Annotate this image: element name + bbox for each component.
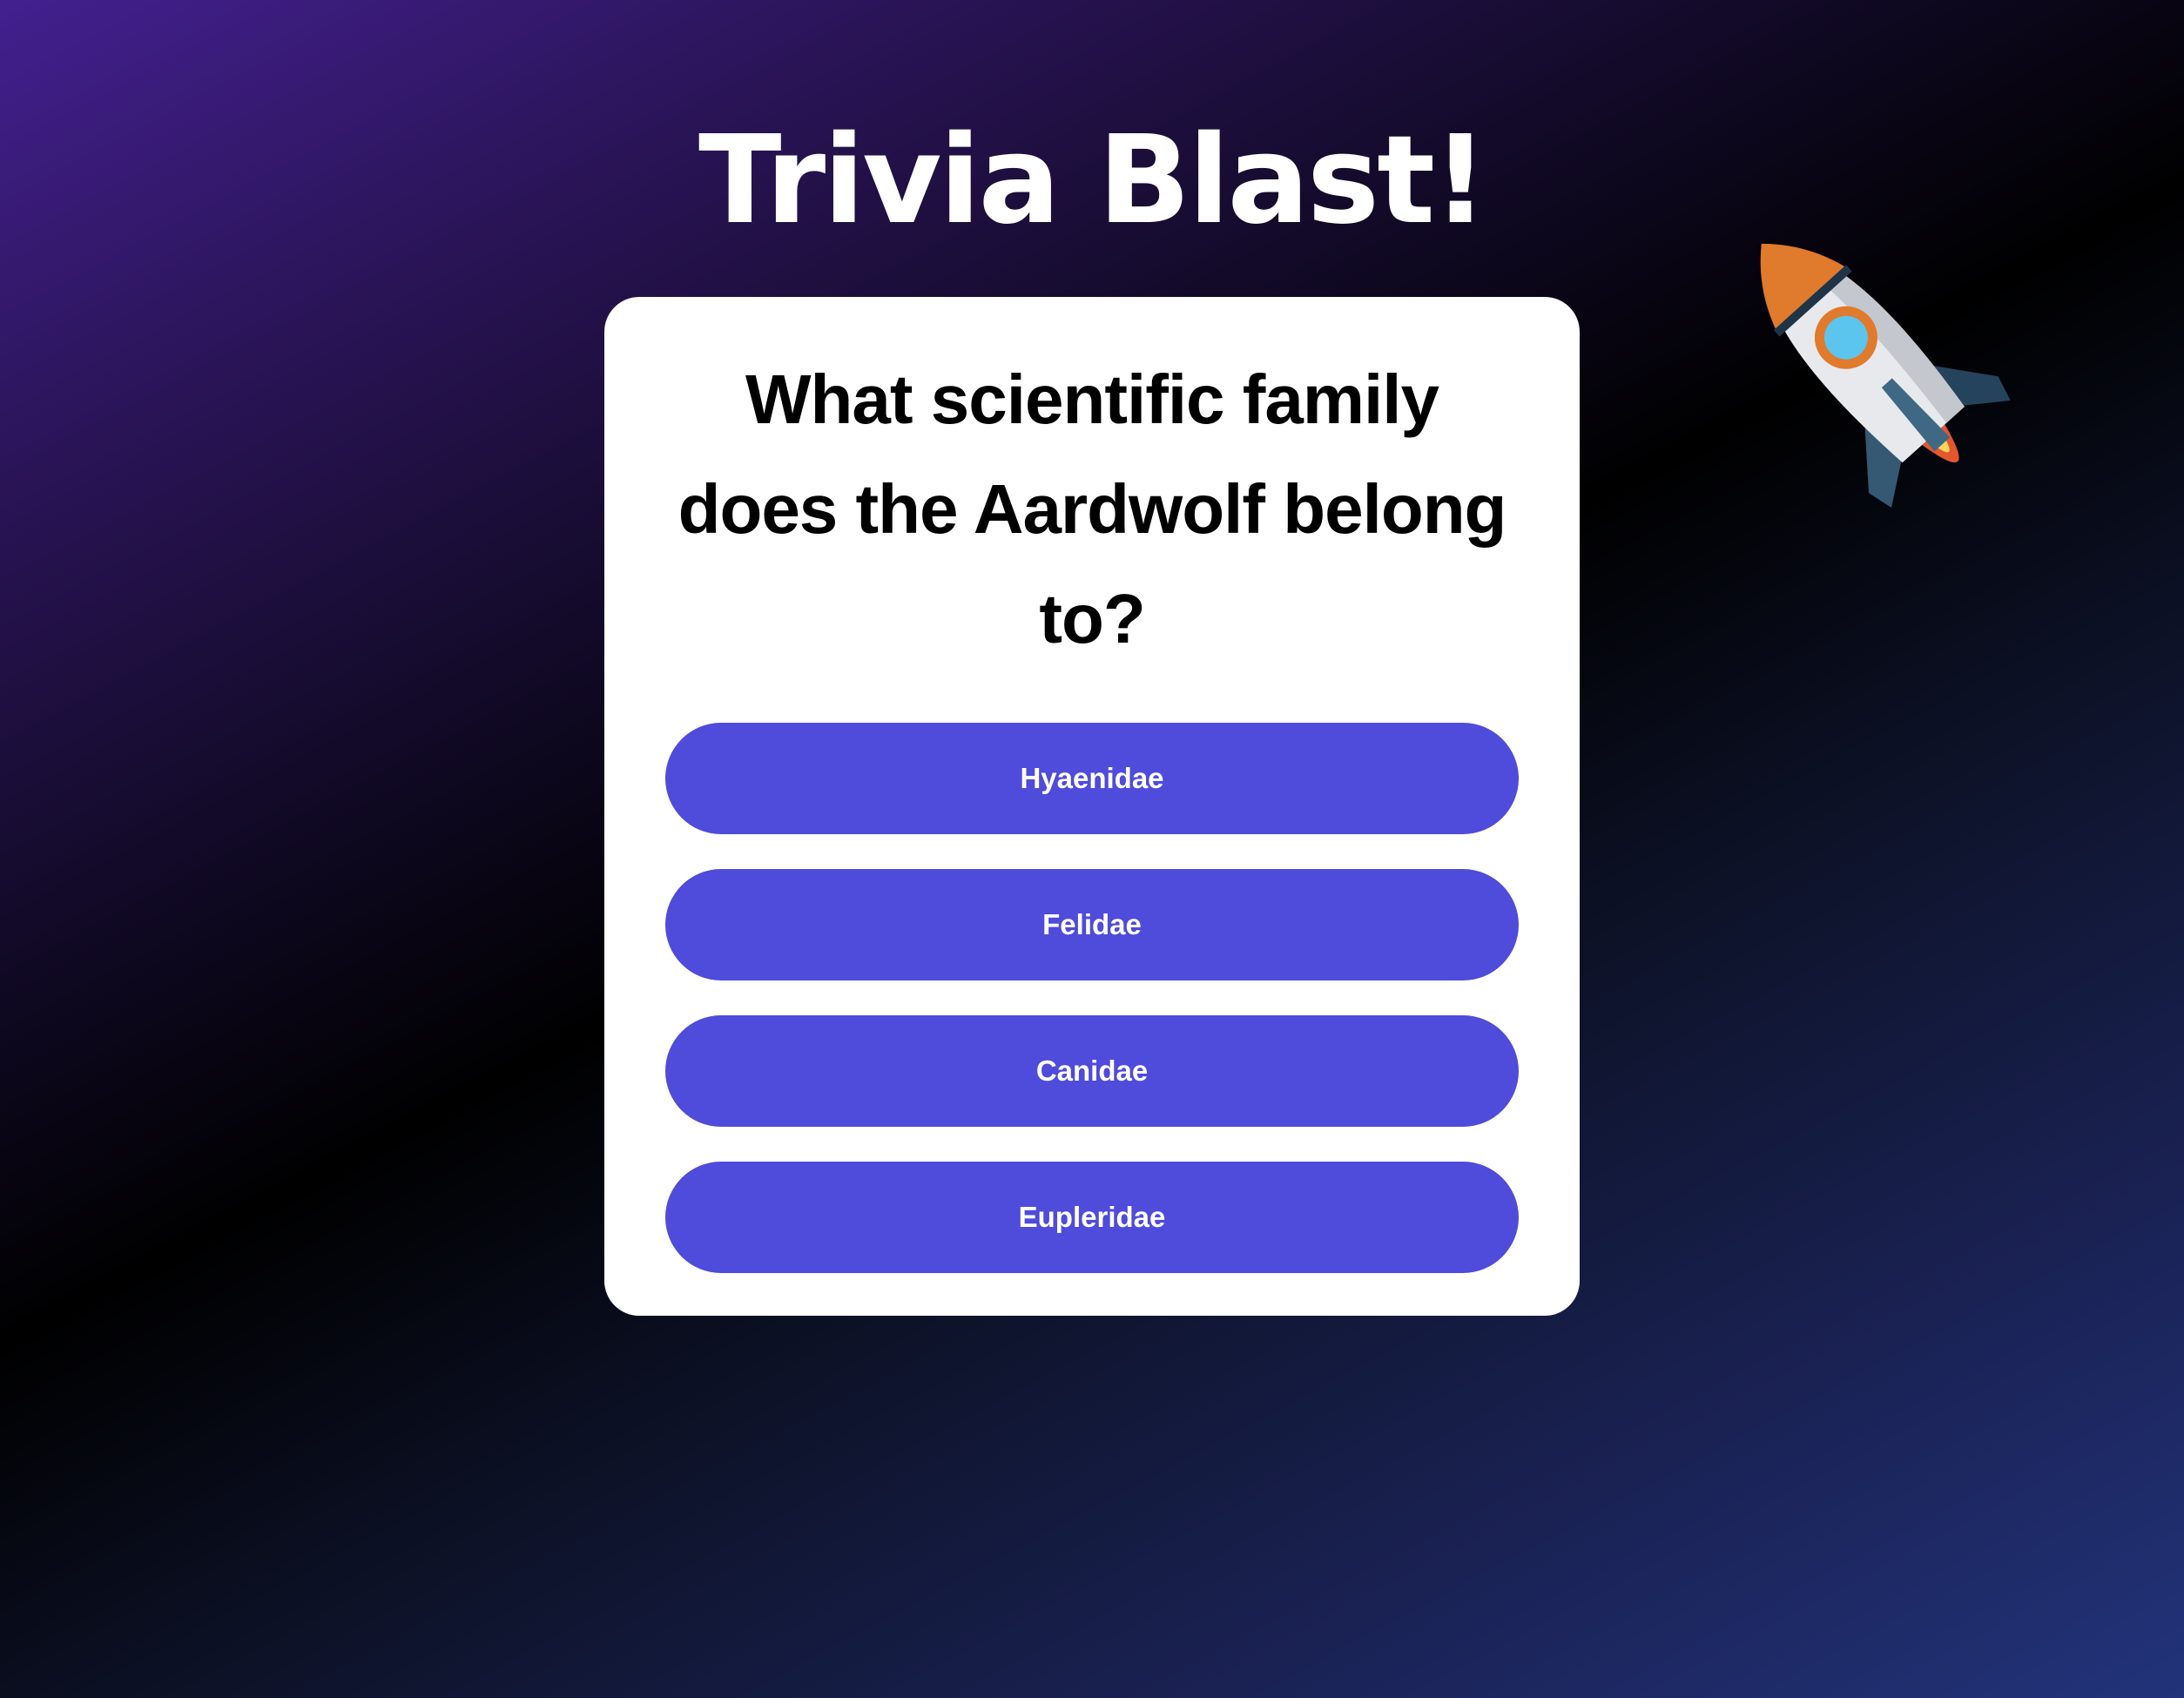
answer-button-hyaenidae[interactable]: Hyaenidae (665, 723, 1519, 834)
answer-button-eupleridae[interactable]: Eupleridae (665, 1162, 1519, 1273)
answer-button-felidae[interactable]: Felidae (665, 869, 1519, 980)
rocket-icon (1760, 243, 2011, 509)
quiz-card: What scientific family does the Aardwolf… (604, 297, 1580, 1316)
answer-list: Hyaenidae Felidae Canidae Eupleridae (665, 723, 1519, 1273)
answer-button-canidae[interactable]: Canidae (665, 1015, 1519, 1127)
question-text: What scientific family does the Aardwolf… (677, 360, 1507, 657)
